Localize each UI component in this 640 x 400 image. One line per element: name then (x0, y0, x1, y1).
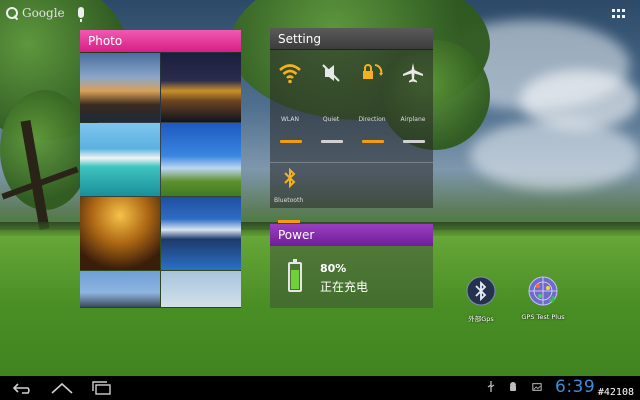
photo-widget-title: Photo (80, 30, 241, 52)
battery-percent: 80% (320, 262, 347, 275)
shortcut-external-gps[interactable]: 外部Gps (454, 276, 508, 323)
search-label: Google (22, 6, 65, 20)
power-widget[interactable]: Power 80% 正在充电 (270, 224, 433, 308)
photo-thumbnail[interactable] (80, 271, 160, 307)
photo-grid (80, 53, 241, 308)
google-search-bar[interactable]: Google (6, 6, 65, 20)
photo-thumbnail[interactable] (161, 53, 241, 122)
charging-status: 正在充电 (320, 280, 369, 294)
android-debug-icon (510, 382, 516, 391)
airplane-toggle[interactable]: Airplane (393, 56, 433, 146)
screenshot-icon (532, 383, 542, 391)
speaker-mute-icon (322, 64, 340, 82)
wifi-icon (279, 64, 301, 84)
shortcut-gps-test-plus[interactable]: GPS Test Plus (516, 276, 570, 321)
bluetooth-toggle[interactable]: Bluetooth (270, 164, 320, 223)
bluetooth-gps-icon (466, 276, 496, 306)
wlan-state-bar (280, 140, 302, 143)
photo-thumbnail[interactable] (161, 271, 241, 307)
clock[interactable]: 6:39 (555, 377, 595, 397)
recent-apps-icon[interactable] (90, 380, 114, 396)
gps-radar-icon (528, 276, 558, 306)
shortcut-label: 外部Gps (468, 315, 494, 323)
airplane-label: Airplane (400, 116, 426, 123)
quiet-toggle[interactable]: Quiet (311, 56, 351, 146)
battery-level-fill (291, 270, 299, 289)
photo-thumbnail[interactable] (80, 53, 160, 122)
setting-widget-title: Setting (270, 28, 433, 50)
search-icon (6, 7, 18, 19)
quiet-label: Quiet (322, 116, 340, 123)
photo-thumbnail[interactable] (161, 197, 241, 270)
bluetooth-label: Bluetooth (274, 197, 304, 204)
wlan-toggle[interactable]: WLAN (270, 56, 310, 146)
home-icon[interactable] (50, 380, 74, 396)
direction-label: Direction (358, 116, 386, 123)
watermark: #42108 (595, 387, 636, 398)
bluetooth-state-bar (278, 220, 300, 223)
navigation-bar: 6:39 #42108 (0, 376, 640, 400)
setting-toggles: WLAN Quiet Direction Airplane (270, 56, 433, 146)
photo-thumbnail[interactable] (161, 123, 241, 196)
photo-thumbnail[interactable] (80, 123, 160, 196)
setting-divider (270, 162, 433, 163)
all-apps-icon[interactable] (612, 9, 626, 19)
setting-widget: Setting WLAN Quiet Direction Airplane Bl… (270, 28, 433, 223)
quiet-state-bar (321, 140, 343, 143)
direction-toggle[interactable]: Direction (352, 56, 392, 146)
shortcut-label: GPS Test Plus (521, 313, 565, 321)
rotation-lock-icon (363, 64, 383, 79)
direction-state-bar (362, 140, 384, 143)
usb-icon (487, 381, 495, 392)
wlan-label: WLAN (280, 116, 299, 123)
battery-icon (288, 259, 302, 292)
power-widget-title: Power (270, 224, 433, 246)
photo-widget[interactable]: Photo (80, 30, 241, 308)
top-bar: Google (0, 0, 640, 30)
bluetooth-icon (284, 167, 296, 189)
airplane-icon (403, 63, 423, 83)
microphone-icon[interactable] (78, 7, 84, 22)
airplane-state-bar (403, 140, 425, 143)
photo-thumbnail[interactable] (80, 197, 160, 270)
back-icon[interactable] (10, 380, 34, 396)
